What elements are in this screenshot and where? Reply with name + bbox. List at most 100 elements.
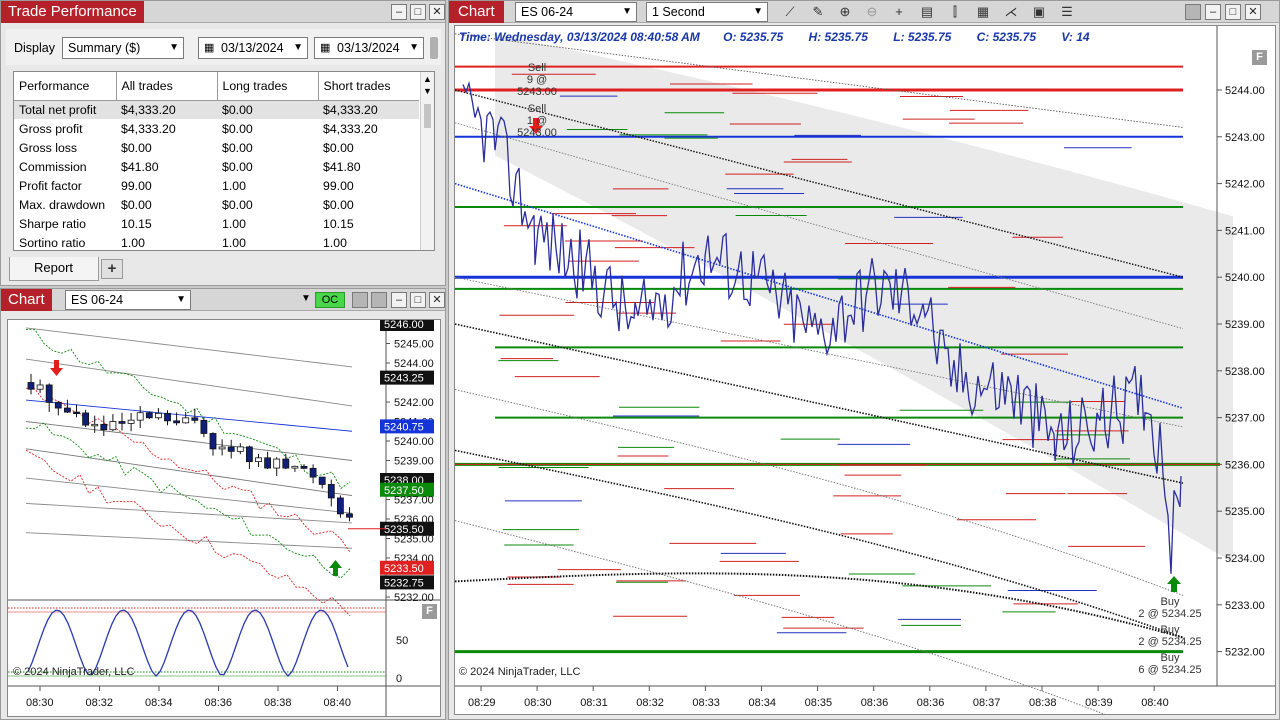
zoom-out-icon[interactable]: ⊖ bbox=[863, 3, 881, 21]
candle-body bbox=[45, 384, 53, 403]
bar-type-icon[interactable]: ⫿ bbox=[946, 3, 964, 21]
time-axis-label: 08:32 bbox=[86, 697, 114, 709]
date-from-picker[interactable]: ▦ 03/13/2024 ▼ bbox=[198, 37, 308, 59]
link-icon[interactable] bbox=[1185, 4, 1201, 20]
close-icon[interactable]: ✕ bbox=[429, 4, 445, 20]
trade-performance-titlebar[interactable]: Trade Performance – □ ✕ bbox=[1, 1, 445, 23]
instrument-value: ES 06-24 bbox=[71, 293, 124, 307]
table-row[interactable]: Gross loss $0.00 $0.00 $0.00 bbox=[14, 138, 419, 157]
candle-body bbox=[264, 457, 272, 469]
info-low: L: 5235.75 bbox=[893, 30, 952, 44]
main-chart-titlebar[interactable]: Chart ES 06-24 ▼ 1 Second ▼ ⟋ ✎ ⊕ ⊖ + ▤ ⫿ … bbox=[449, 1, 1279, 23]
time-axis-label: 08:30 bbox=[26, 697, 54, 709]
column-header[interactable]: Short trades bbox=[318, 72, 419, 101]
candle-body bbox=[36, 384, 44, 390]
instrument-select[interactable]: ES 06-24 ▼ bbox=[65, 290, 191, 310]
price-marker-label: 5240.75 bbox=[384, 421, 424, 433]
calendar-icon: ▦ bbox=[320, 42, 331, 54]
link-icon[interactable] bbox=[352, 292, 368, 308]
main-chart-window: Chart ES 06-24 ▼ 1 Second ▼ ⟋ ✎ ⊕ ⊖ + ▤ ⫿ … bbox=[448, 0, 1280, 720]
chevron-down-icon: ▼ bbox=[753, 6, 763, 17]
price-marker-label: 5246.00 bbox=[384, 320, 424, 331]
column-header[interactable]: Performance bbox=[14, 72, 117, 101]
instrument-select[interactable]: ES 06-24 ▼ bbox=[515, 2, 637, 22]
price-axis-label: 5241.00 bbox=[1225, 225, 1265, 237]
candle-body bbox=[82, 412, 89, 426]
data-box-icon[interactable]: F bbox=[1252, 50, 1267, 65]
properties-icon[interactable]: ▤ bbox=[918, 3, 936, 21]
small-chart-svg[interactable]: 5246.005245.005244.005243.255242.005241.… bbox=[8, 320, 440, 716]
osc-axis-label: 50 bbox=[396, 635, 408, 647]
candle-body bbox=[273, 458, 281, 469]
price-axis-label: 5240.00 bbox=[394, 436, 434, 448]
candle-body bbox=[64, 407, 71, 413]
minimize-icon[interactable]: – bbox=[1205, 4, 1221, 20]
strategy-icon[interactable]: ⋌ bbox=[1002, 3, 1020, 21]
controls-bar: Display Summary ($) ▼ ▦ 03/13/2024 ▼ ▦ 03/… bbox=[6, 29, 441, 65]
table-row[interactable]: Max. drawdown $0.00 $0.00 $0.00 bbox=[14, 195, 419, 214]
candle-body bbox=[318, 476, 326, 485]
data-box-icon[interactable]: ▣ bbox=[1030, 3, 1048, 21]
tab-report[interactable]: Report bbox=[9, 257, 99, 281]
price-axis-label: 5235.00 bbox=[394, 534, 434, 546]
candle-body bbox=[291, 465, 299, 469]
close-icon[interactable]: ✕ bbox=[429, 292, 445, 308]
chart-info-line: Time: Wednesday, 03/13/2024 08:40:58 AM … bbox=[459, 30, 1090, 44]
date-to-picker[interactable]: ▦ 03/13/2024 ▼ bbox=[314, 37, 424, 59]
band-line bbox=[25, 399, 353, 432]
price-axis-label: 5234.00 bbox=[1225, 553, 1265, 565]
time-axis-label: 08:33 bbox=[692, 697, 720, 709]
instrument-value: ES 06-24 bbox=[521, 5, 574, 19]
table-row[interactable]: Commission $41.80 $0.00 $41.80 bbox=[14, 157, 419, 176]
close-icon[interactable]: ✕ bbox=[1245, 4, 1261, 20]
performance-table: Performance All trades Long trades Short… bbox=[14, 72, 419, 250]
table-row[interactable]: Total net profit $4,333.20 $0.00 $4,333.20 bbox=[14, 100, 419, 119]
table-row[interactable]: Sortino ratio 1.00 1.00 1.00 bbox=[14, 233, 419, 250]
maximize-icon[interactable]: □ bbox=[1225, 4, 1241, 20]
time-axis-label: 08:32 bbox=[636, 697, 664, 709]
menu-icon[interactable]: ☰ bbox=[1058, 3, 1076, 21]
interval-value: 1 Second bbox=[652, 5, 705, 19]
chevron-down-icon[interactable]: ▼ bbox=[301, 293, 311, 304]
scroll-down-icon[interactable]: ▼ bbox=[423, 86, 432, 96]
small-chart-titlebar[interactable]: Chart ES 06-24 ▼ ▼ OC – □ ✕ bbox=[1, 289, 445, 311]
candle-body bbox=[54, 401, 62, 409]
add-tab-button[interactable]: + bbox=[101, 259, 123, 279]
vwap-dotted-curve bbox=[455, 449, 1184, 639]
table-row[interactable]: Profit factor 99.00 1.00 99.00 bbox=[14, 176, 419, 195]
interval-select[interactable]: 1 Second ▼ bbox=[646, 2, 768, 22]
oc-button[interactable]: OC bbox=[315, 292, 345, 308]
column-header[interactable]: Long trades bbox=[217, 72, 319, 101]
time-axis-label: 08:34 bbox=[145, 697, 173, 709]
info-time: Time: Wednesday, 03/13/2024 08:40:58 AM bbox=[459, 30, 700, 44]
scroll-thumb[interactable] bbox=[424, 104, 431, 128]
link-icon[interactable] bbox=[371, 292, 387, 308]
maximize-icon[interactable]: □ bbox=[410, 292, 426, 308]
pencil-icon[interactable]: ✎ bbox=[809, 3, 827, 21]
table-row[interactable]: Gross profit $4,333.20 $0.00 $4,333.20 bbox=[14, 119, 419, 138]
table-scrollbar[interactable]: ▲ ▼ bbox=[420, 72, 434, 250]
column-header[interactable]: All trades bbox=[116, 72, 218, 101]
minimize-icon[interactable]: – bbox=[391, 292, 407, 308]
maximize-icon[interactable]: □ bbox=[410, 4, 426, 20]
candle-body bbox=[73, 411, 80, 414]
crosshair-icon[interactable]: + bbox=[890, 3, 908, 21]
data-box-icon[interactable]: F bbox=[422, 604, 437, 619]
scroll-handle[interactable] bbox=[430, 37, 438, 59]
band-line bbox=[25, 327, 353, 368]
time-axis-label: 08:36 bbox=[205, 697, 233, 709]
table-row[interactable]: Sharpe ratio 10.15 1.00 10.15 bbox=[14, 214, 419, 233]
main-chart-area[interactable]: 5244.00 5243.00 5242.00 5241.00 5240.00 5239.… bbox=[454, 25, 1276, 715]
scroll-up-icon[interactable]: ▲ bbox=[423, 74, 432, 84]
candle-body bbox=[336, 497, 344, 515]
time-axis-label: 08:34 bbox=[749, 697, 777, 709]
price-axis-label: 5233.00 bbox=[1225, 600, 1265, 612]
small-chart-area[interactable]: 5246.005245.005244.005243.255242.005241.… bbox=[7, 319, 441, 717]
time-axis-label: 08:35 bbox=[805, 697, 833, 709]
indicator-icon[interactable]: ▦ bbox=[974, 3, 992, 21]
minimize-icon[interactable]: – bbox=[391, 4, 407, 20]
display-select[interactable]: Summary ($) ▼ bbox=[62, 37, 184, 59]
calendar-icon: ▦ bbox=[204, 42, 215, 54]
zoom-in-icon[interactable]: ⊕ bbox=[836, 3, 854, 21]
line-tool-icon[interactable]: ⟋ bbox=[781, 3, 799, 21]
